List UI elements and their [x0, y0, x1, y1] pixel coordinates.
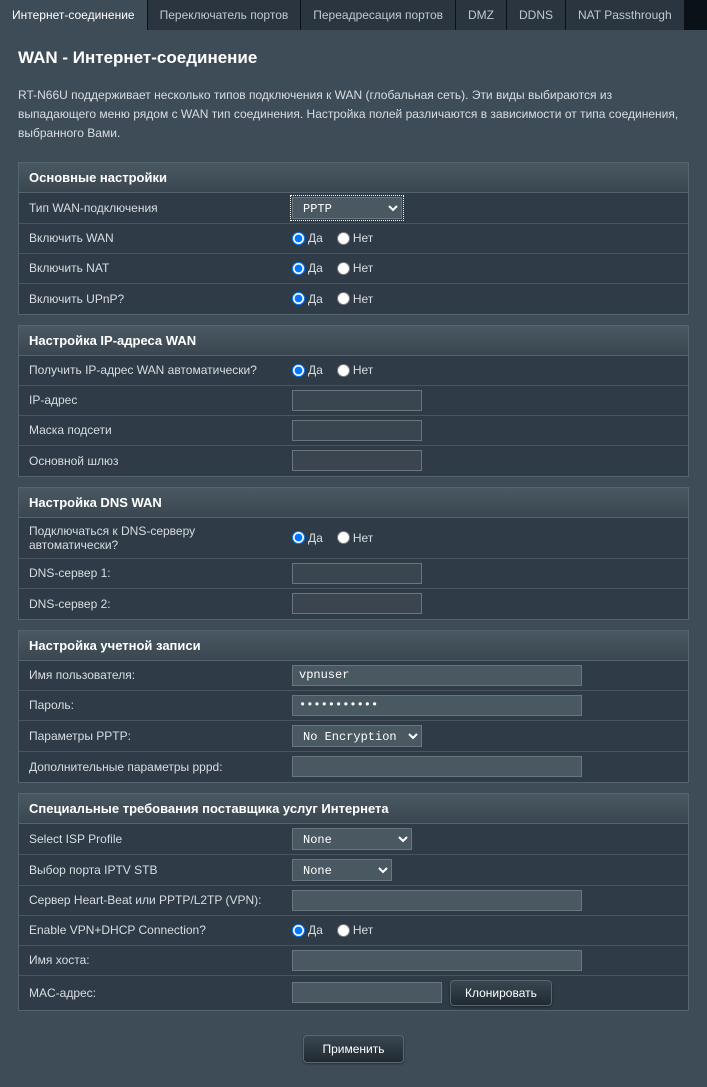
gateway-input — [292, 450, 422, 471]
wan-type-label: Тип WAN-подключения — [19, 195, 284, 221]
enable-nat-label: Включить NAT — [19, 255, 284, 281]
ip-address-label: IP-адрес — [19, 387, 284, 413]
vpn-dhcp-yes[interactable]: Да — [292, 923, 323, 937]
pppd-extra-label: Дополнительные параметры pppd: — [19, 754, 284, 780]
page-description: RT-N66U поддерживает несколько типов под… — [18, 86, 689, 144]
pppd-extra-input[interactable] — [292, 756, 582, 777]
content-area: WAN - Интернет-соединение RT-N66U поддер… — [0, 30, 707, 1087]
section-dns-header: Настройка DNS WAN — [19, 488, 688, 518]
auto-ip-no[interactable]: Нет — [337, 363, 373, 377]
username-label: Имя пользователя: — [19, 662, 284, 688]
enable-wan-label: Включить WAN — [19, 225, 284, 251]
auto-dns-label: Подключаться к DNS-серверу автоматически… — [19, 518, 284, 558]
password-label: Пароль: — [19, 692, 284, 718]
vpn-dhcp-no[interactable]: Нет — [337, 923, 373, 937]
tab-port-trigger[interactable]: Переключатель портов — [148, 0, 301, 30]
section-basic-header: Основные настройки — [19, 163, 688, 193]
section-account-header: Настройка учетной записи — [19, 631, 688, 661]
isp-profile-select[interactable]: None — [292, 828, 412, 850]
pptp-params-label: Параметры PPTP: — [19, 723, 284, 749]
auto-dns-no[interactable]: Нет — [337, 531, 373, 545]
dns2-input — [292, 593, 422, 614]
section-isp-header: Специальные требования поставщика услуг … — [19, 794, 688, 824]
auto-dns-yes[interactable]: Да — [292, 531, 323, 545]
username-input[interactable] — [292, 665, 582, 686]
dns2-label: DNS-сервер 2: — [19, 591, 284, 617]
dns1-input — [292, 563, 422, 584]
section-isp: Специальные требования поставщика услуг … — [18, 793, 689, 1011]
enable-wan-no[interactable]: Нет — [337, 231, 373, 245]
tab-ddns[interactable]: DDNS — [507, 0, 565, 30]
enable-upnp-label: Включить UPnP? — [19, 286, 284, 312]
section-basic: Основные настройки Тип WAN-подключения P… — [18, 162, 689, 315]
tab-port-forwarding[interactable]: Переадресация портов — [301, 0, 455, 30]
subnet-mask-input — [292, 420, 422, 441]
password-input[interactable] — [292, 695, 582, 716]
section-account: Настройка учетной записи Имя пользовател… — [18, 630, 689, 783]
enable-upnp-no[interactable]: Нет — [337, 292, 373, 306]
ip-address-input — [292, 390, 422, 411]
section-wan-ip: Настройка IP-адреса WAN Получить IP-адре… — [18, 325, 689, 477]
tab-dmz[interactable]: DMZ — [456, 0, 506, 30]
vpn-dhcp-label: Enable VPN+DHCP Connection? — [19, 917, 284, 943]
enable-nat-yes[interactable]: Да — [292, 261, 323, 275]
heartbeat-input[interactable] — [292, 890, 582, 911]
hostname-input[interactable] — [292, 950, 582, 971]
section-dns: Настройка DNS WAN Подключаться к DNS-сер… — [18, 487, 689, 620]
hostname-label: Имя хоста: — [19, 947, 284, 973]
auto-ip-label: Получить IP-адрес WAN автоматически? — [19, 357, 284, 383]
wan-type-select[interactable]: PPTP — [292, 197, 402, 219]
section-wan-ip-header: Настройка IP-адреса WAN — [19, 326, 688, 356]
clone-button[interactable]: Клонировать — [450, 980, 552, 1006]
enable-wan-yes[interactable]: Да — [292, 231, 323, 245]
gateway-label: Основной шлюз — [19, 448, 284, 474]
dns1-label: DNS-сервер 1: — [19, 560, 284, 586]
apply-button[interactable]: Применить — [303, 1035, 403, 1063]
tab-nat-passthrough[interactable]: NAT Passthrough — [566, 0, 684, 30]
heartbeat-label: Сервер Heart-Beat или PPTP/L2TP (VPN): — [19, 887, 284, 913]
mac-label: MAC-адрес: — [19, 980, 284, 1006]
tab-internet-connection[interactable]: Интернет-соединение — [0, 0, 147, 30]
mac-input[interactable] — [292, 982, 442, 1003]
tabs-bar: Интернет-соединение Переключатель портов… — [0, 0, 707, 30]
iptv-port-label: Выбор порта IPTV STB — [19, 857, 284, 883]
isp-profile-label: Select ISP Profile — [19, 826, 284, 852]
enable-upnp-yes[interactable]: Да — [292, 292, 323, 306]
subnet-mask-label: Маска подсети — [19, 417, 284, 443]
page-title: WAN - Интернет-соединение — [18, 48, 689, 68]
auto-ip-yes[interactable]: Да — [292, 363, 323, 377]
pptp-params-select[interactable]: No Encryption — [292, 725, 422, 747]
enable-nat-no[interactable]: Нет — [337, 261, 373, 275]
iptv-port-select[interactable]: None — [292, 859, 392, 881]
